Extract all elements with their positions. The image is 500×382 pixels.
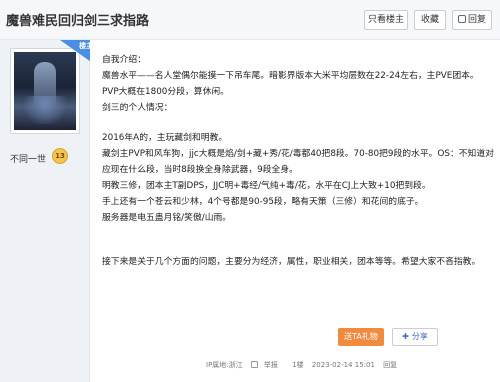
post-content: 自我介绍： 魔兽水平——名人堂偶尔能摸一下吊车尾。暗影界版本大米平均层数在22-… (90, 40, 500, 382)
report-label: 举报 (263, 361, 278, 369)
post-line: 剑三的个人情况： (102, 103, 173, 113)
reply-button-label: 回复 (467, 15, 486, 25)
post-line: 手上还有一个苍云和少林，4个号都是90-95段，略有天策（三修）和花间的底子。 (102, 197, 424, 207)
op-badge: 楼主 (60, 40, 94, 64)
thread-header: 魔兽难民回归剑三求指路 只看楼主 收藏 回复 (0, 0, 500, 40)
post-line: 接下来是关于几个方面的问题，主要分为经济，属性，职业相关，团本等等。希望大家不吝… (102, 257, 481, 267)
post-time: 2023-02-14 15:01 (311, 361, 375, 369)
post-body: 自我介绍： 魔兽水平——名人堂偶尔能摸一下吊车尾。暗影界版本大米平均层数在22-… (102, 52, 494, 270)
share-icon: ✚ (402, 332, 409, 341)
post-line: 2016年A的，主玩藏剑和明教。 (102, 133, 228, 143)
report-link[interactable]: 举报 (250, 360, 284, 370)
reply-button[interactable]: 回复 (452, 10, 492, 30)
post-footer: IP属地:浙江 举报 1楼 2023-02-14 15:01 回复 (206, 360, 500, 374)
only-op-button[interactable]: 只看楼主 (364, 10, 408, 30)
reply-icon (457, 15, 466, 23)
ip-location: IP属地:浙江 (206, 361, 243, 369)
floor-number: 1楼 (292, 361, 304, 369)
username[interactable]: 不同一世 (10, 152, 46, 165)
user-panel: 不同一世 13 (0, 40, 90, 382)
level-badge[interactable]: 13 (52, 148, 68, 164)
post-line: 自我介绍： (102, 55, 146, 65)
report-icon (250, 361, 258, 368)
send-gift-button[interactable]: 送TA礼物 (338, 328, 384, 346)
favorite-button[interactable]: 收藏 (414, 10, 446, 30)
share-button[interactable]: ✚ 分享 (392, 328, 438, 346)
share-button-label: 分享 (411, 332, 428, 341)
post-line: 藏剑主PVP和风车狗，jjc大概是焰/剑+藏+秀/花/毒都40把8段。70-80… (102, 149, 494, 175)
thread-title: 魔兽难民回归剑三求指路 (6, 14, 150, 29)
post-line: 魔兽水平——名人堂偶尔能摸一下吊车尾。暗影界版本大米平均层数在22-24左右，主… (102, 71, 479, 97)
post-line: 服务器是电五蛊月铭/笑傲/山雨。 (102, 213, 232, 223)
post-line: 明教三修，团本主T副DPS，JJC明+毒经/气纯+毒/花，水平在CJ上大致+10… (102, 181, 431, 191)
footer-reply-link[interactable]: 回复 (383, 360, 397, 370)
